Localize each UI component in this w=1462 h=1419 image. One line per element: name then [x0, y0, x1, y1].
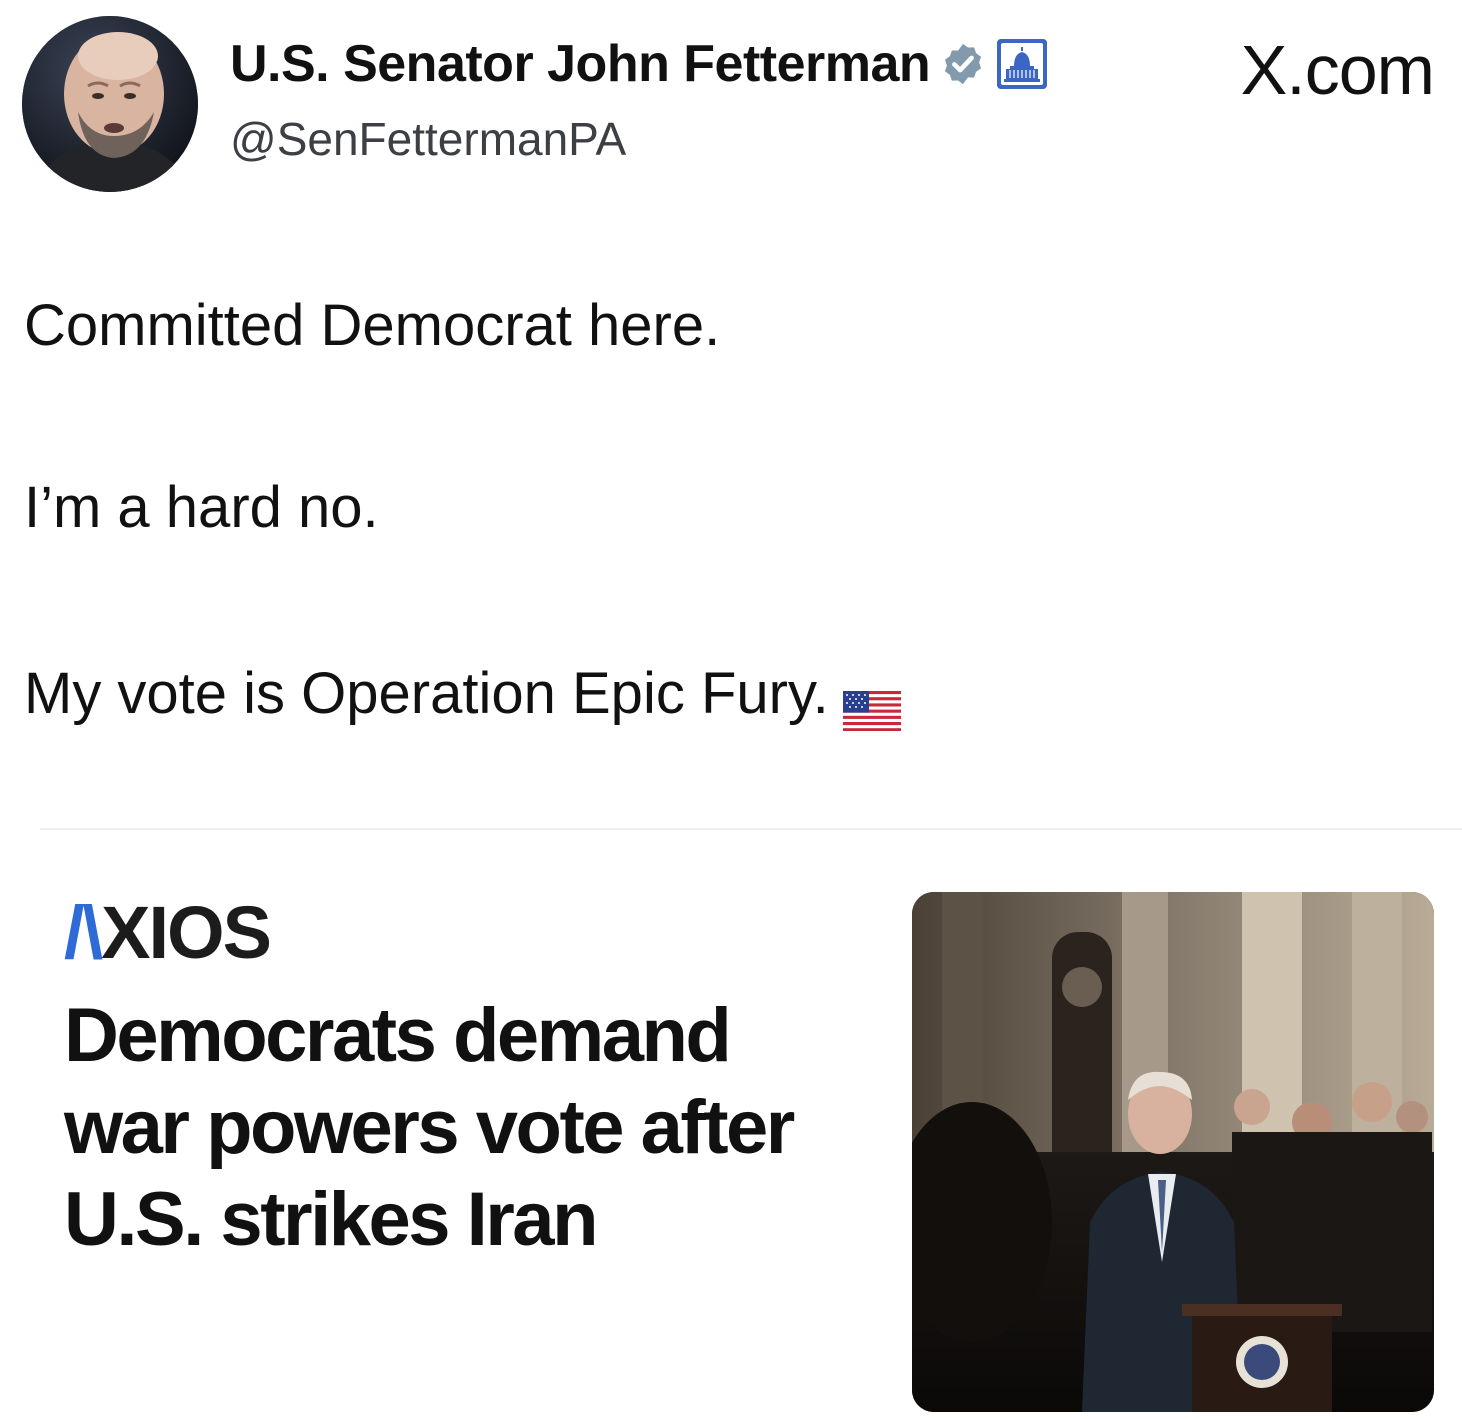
card-thumbnail-image[interactable] [912, 892, 1434, 1412]
us-flag-icon [842, 678, 901, 731]
display-name[interactable]: U.S. Senator John Fetterman [230, 34, 931, 94]
axios-logo-mark: /\ [64, 891, 103, 974]
axios-logo-text: XIOS [101, 891, 272, 974]
axios-logo[interactable]: /\XIOS [64, 890, 272, 975]
verified-badge-icon [940, 41, 986, 87]
tweet-text-line-2: I’m a hard no. [24, 475, 379, 540]
author-handle[interactable]: @SenFettermanPA [230, 112, 626, 166]
site-label: X.com [1240, 31, 1435, 109]
card-headline[interactable]: Democrats demand war powers vote after U… [64, 990, 854, 1266]
tweet-text-line-1: Committed Democrat here. [24, 293, 721, 358]
tweet-text-line-3: My vote is Operation Epic Fury. [24, 660, 901, 731]
tweet-text-line-3-text: My vote is Operation Epic Fury. [24, 661, 829, 726]
author-name-row: U.S. Senator John Fetterman [230, 34, 1048, 94]
tweet-screenshot: U.S. Senator John Fetterman @SenFetterma… [0, 0, 1462, 1419]
profile-avatar[interactable] [22, 16, 198, 192]
card-divider [40, 828, 1462, 830]
capitol-icon [996, 38, 1048, 90]
